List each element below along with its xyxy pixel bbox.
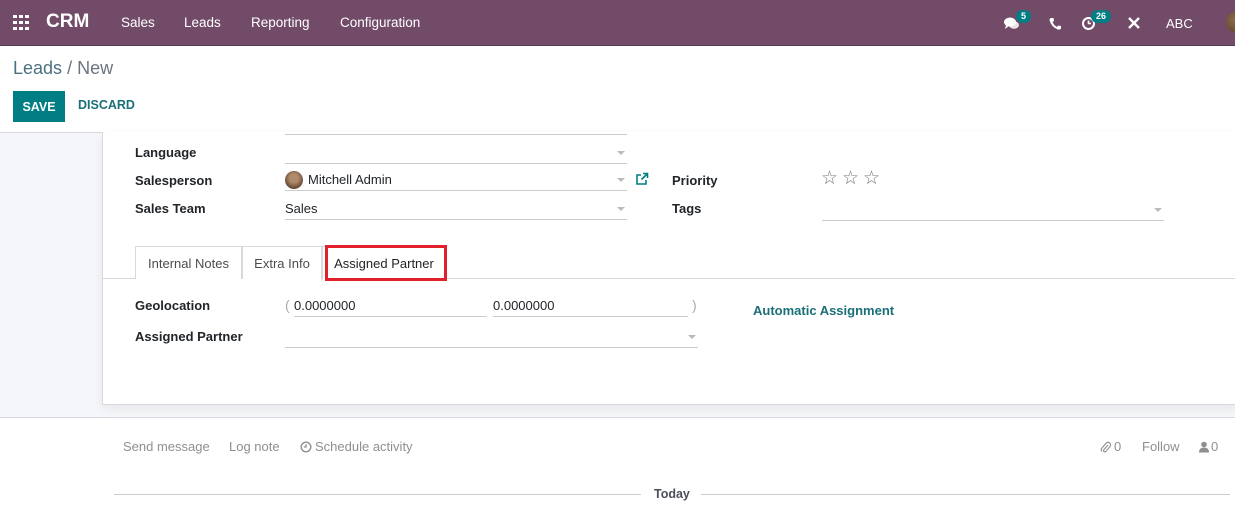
chevron-down-icon <box>617 207 625 211</box>
top-navbar: CRM Sales Leads Reporting Configuration … <box>0 0 1235 46</box>
assigned-partner-select[interactable] <box>285 326 698 348</box>
followers-button[interactable]: 0 <box>1199 439 1218 454</box>
breadcrumb-current: New <box>77 58 114 78</box>
follow-button[interactable]: Follow <box>1142 439 1180 454</box>
sales-team-label: Sales Team <box>135 201 206 216</box>
messages-button[interactable]: 5 <box>1003 0 1032 46</box>
send-message-button[interactable]: Send message <box>123 439 210 454</box>
geolocation-label: Geolocation <box>135 298 211 313</box>
save-button[interactable]: SAVE <box>13 91 65 122</box>
today-divider-left <box>114 494 641 495</box>
today-separator: Today <box>654 487 690 501</box>
activities-button[interactable]: 26 <box>1081 0 1112 46</box>
assigned-partner-label: Assigned Partner <box>135 329 243 344</box>
today-divider-right <box>701 494 1230 495</box>
sales-team-value: Sales <box>285 201 318 216</box>
chevron-down-icon <box>1154 208 1162 212</box>
highlight-box <box>325 245 447 281</box>
sales-team-select[interactable]: Sales <box>285 198 627 220</box>
geolocation-open-paren: ( <box>285 297 290 313</box>
chevron-down-icon <box>617 151 625 155</box>
priority-label: Priority <box>672 173 718 188</box>
menu-reporting[interactable]: Reporting <box>251 15 310 30</box>
phone-icon <box>1049 17 1061 30</box>
clock-icon <box>300 440 312 453</box>
discard-button[interactable]: DISCARD <box>78 98 135 112</box>
log-note-button[interactable]: Log note <box>229 439 280 454</box>
menu-leads[interactable]: Leads <box>184 15 221 30</box>
priority-star-2-icon[interactable]: ☆ <box>842 167 859 190</box>
apps-menu-icon[interactable] <box>13 15 30 30</box>
schedule-activity-button[interactable]: Schedule activity <box>300 439 413 454</box>
paperclip-icon <box>1100 441 1111 452</box>
user-avatar[interactable] <box>1226 11 1235 33</box>
automatic-assignment-button[interactable]: Automatic Assignment <box>753 303 894 318</box>
app-brand[interactable]: CRM <box>46 11 89 33</box>
field-above[interactable] <box>285 113 627 135</box>
breadcrumb: Leads / New <box>13 58 113 79</box>
chevron-down-icon <box>617 178 625 182</box>
longitude-input[interactable]: 0.0000000 <box>493 295 688 317</box>
debug-tools-button[interactable] <box>1127 0 1141 46</box>
breadcrumb-separator: / <box>67 58 73 78</box>
external-link-icon[interactable] <box>635 172 649 186</box>
tab-internal-notes[interactable]: Internal Notes <box>135 246 242 279</box>
menu-sales[interactable]: Sales <box>121 15 155 30</box>
company-switcher[interactable]: ABC <box>1166 0 1193 46</box>
messages-badge: 5 <box>1016 10 1032 23</box>
attachments-button[interactable]: 0 <box>1100 439 1121 454</box>
language-label: Language <box>135 145 197 160</box>
breadcrumb-leads[interactable]: Leads <box>13 58 62 78</box>
tags-label: Tags <box>672 201 702 216</box>
phone-button[interactable] <box>1049 0 1061 46</box>
tools-icon <box>1128 17 1140 29</box>
latitude-input[interactable]: 0.0000000 <box>294 295 487 317</box>
priority-star-1-icon[interactable]: ☆ <box>821 167 838 190</box>
tags-input[interactable] <box>822 199 1164 221</box>
salesperson-select[interactable]: Mitchell Admin <box>285 169 627 191</box>
salesperson-value: Mitchell Admin <box>308 172 392 187</box>
geolocation-close-paren: ) <box>692 297 697 313</box>
tab-extra-info[interactable]: Extra Info <box>242 246 322 279</box>
language-select[interactable] <box>285 142 627 164</box>
menu-configuration[interactable]: Configuration <box>340 15 420 30</box>
chevron-down-icon <box>688 335 696 339</box>
salesperson-avatar <box>285 170 303 189</box>
activities-badge: 26 <box>1091 10 1112 23</box>
priority-star-3-icon[interactable]: ☆ <box>863 167 880 190</box>
user-icon <box>1199 441 1209 452</box>
salesperson-label: Salesperson <box>135 173 213 188</box>
